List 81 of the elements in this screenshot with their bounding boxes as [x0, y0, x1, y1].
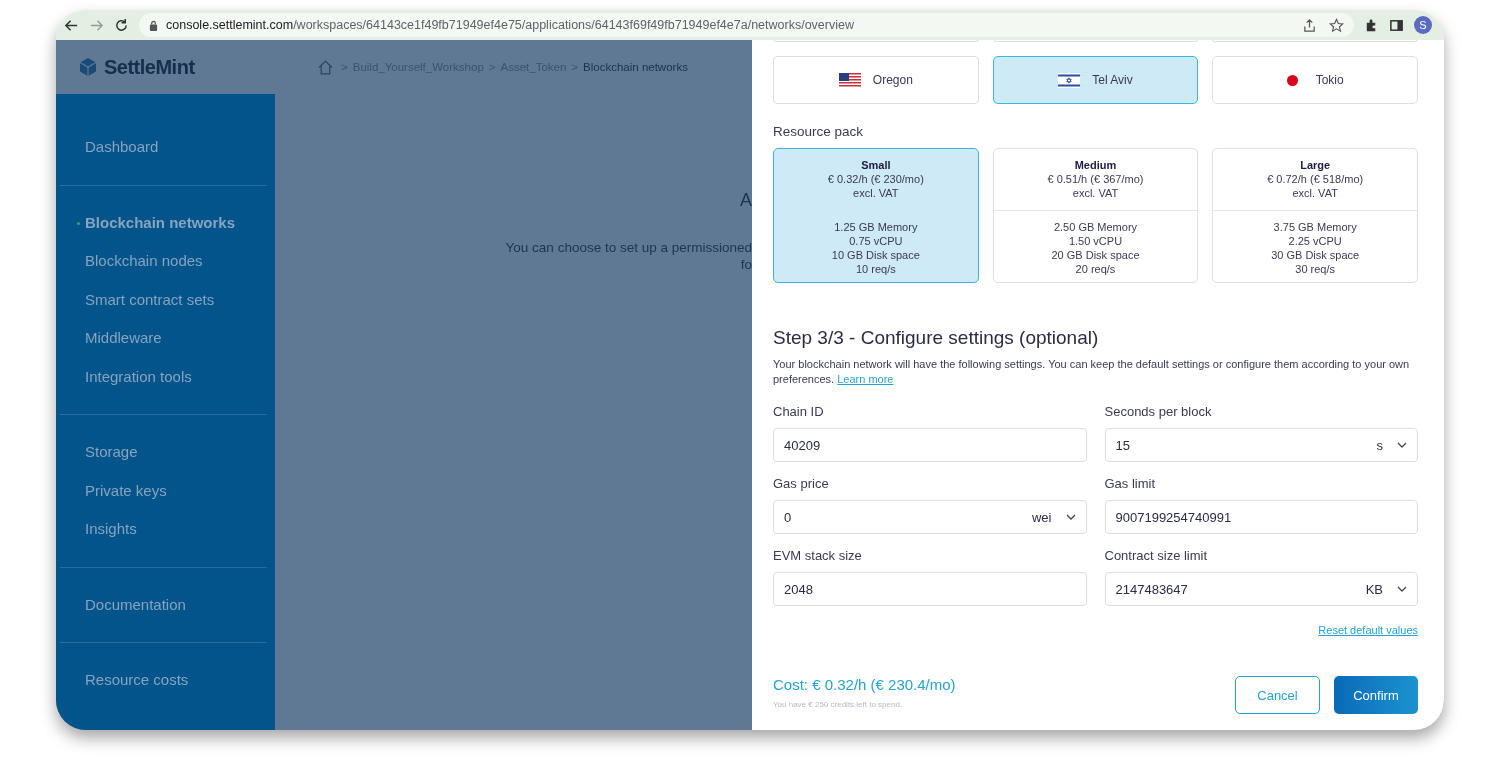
field-label: Chain ID — [773, 404, 825, 419]
resource-pack-card[interactable]: Medium € 0.51/h (€ 367/mo) excl. VAT 2.50 GB Memory 1.50 vCPU 20 GB Disk space 20 req/s — [992, 148, 1199, 283]
field-label: Gas limit — [1104, 476, 1157, 491]
field-label: EVM stack size — [773, 548, 863, 563]
resource-pack-card[interactable]: Large € 0.72/h (€ 518/mo) excl. VAT 3.75 GB Memory 2.25 vCPU 30 GB Disk space 30 req/s — [1212, 148, 1418, 283]
unit-input-field[interactable]: 2147483647 KB — [1104, 572, 1418, 606]
intro-text: fo — [739, 256, 752, 273]
resource-pack-card[interactable]: Small € 0.32/h (€ 230/mo) excl. VAT 1.25 GB Memory 0.75 vCPU 10 GB Disk space 10 req/s — [773, 148, 979, 283]
step-title: Step 3/3 - Configure settings (optional) — [773, 327, 1100, 349]
input-field[interactable]: 40209 — [773, 428, 1087, 462]
disc-icon — [1286, 74, 1298, 86]
pack-spec: 1.50 vCPU — [1067, 234, 1124, 248]
confirm-button[interactable]: Confirm — [1334, 676, 1418, 714]
pack-spec: 30 GB Disk space — [1270, 248, 1361, 262]
sidebar-item[interactable]: Resource costs — [60, 661, 267, 700]
sidebar-item[interactable]: Dashboard — [60, 128, 267, 167]
sidebar-item[interactable]: Smart contract sets — [60, 280, 267, 319]
location-option[interactable]: Oregon — [773, 56, 979, 104]
sidebar-item[interactable]: Blockchain nodes — [60, 242, 267, 281]
flag-icon — [1058, 72, 1081, 88]
breadcrumb-link[interactable]: Blockchain networks — [583, 61, 688, 73]
pack-spec: 10 GB Disk space — [830, 248, 921, 262]
location-option[interactable]: Tel Aviv — [992, 56, 1199, 104]
location-option[interactable]: Tokio — [1212, 56, 1418, 104]
pack-spec: 0.75 vCPU — [848, 234, 904, 248]
input-field[interactable]: 2048 — [773, 572, 1087, 606]
breadcrumb-separator: > — [488, 61, 496, 73]
learn-more-link[interactable]: Learn more — [837, 372, 894, 385]
address-bar[interactable]: console.settlemint.com/workspaces/64143ce1f49fb71949ef4e75/applications/64143f69f49fb71949ef4e7a/networks/overview — [139, 13, 1354, 37]
input-field[interactable]: 9007199254740991 — [1104, 500, 1418, 534]
unit-input-field[interactable]: 0 wei — [773, 500, 1087, 534]
unit-input-field[interactable]: 15 s — [1104, 428, 1418, 462]
sidebar-item[interactable]: Storage — [60, 433, 267, 472]
sidebar-item[interactable]: Blockchain networks — [60, 203, 267, 242]
pack-spec: 2.50 GB Memory — [1052, 220, 1139, 234]
chevron-down-icon — [1065, 514, 1076, 520]
pack-spec: 2.25 vCPU — [1287, 234, 1343, 248]
credits-note: You have € 250 credits left to spend. — [773, 700, 904, 709]
field-label: Seconds per block — [1104, 404, 1213, 419]
page-heading: A — [739, 190, 752, 211]
pack-name: Large — [1299, 158, 1332, 172]
reload-icon[interactable] — [114, 17, 129, 33]
vat-note: excl. VAT — [1071, 186, 1120, 200]
pack-name: Medium — [1073, 158, 1118, 172]
profile-avatar[interactable]: S — [1414, 16, 1432, 34]
intro-text: You can choose to set up a permissioned — [505, 239, 752, 256]
pack-spec: 20 req/s — [1074, 262, 1117, 276]
pack-price: € 0.72/h (€ 518/mo) — [1266, 172, 1365, 186]
section-label: Resource pack — [773, 124, 865, 139]
reset-defaults-link[interactable]: Reset default values — [1318, 624, 1418, 636]
pack-spec: 1.25 GB Memory — [833, 220, 919, 234]
chevron-down-icon — [1397, 586, 1407, 592]
sidebar-icon[interactable] — [1389, 17, 1404, 33]
pack-price: € 0.32/h (€ 230/mo) — [826, 172, 925, 186]
sidebar-item[interactable]: Middleware — [60, 319, 267, 358]
sidebar-item[interactable]: Integration tools — [60, 357, 267, 396]
pack-spec: 30 req/s — [1294, 262, 1337, 276]
breadcrumb-separator: > — [341, 61, 348, 73]
cost-summary: Cost: € 0.32/h (€ 230.4/mo) — [773, 676, 956, 693]
pack-name: Small — [860, 158, 892, 172]
vat-note: excl. VAT — [1291, 186, 1339, 200]
field-label: Contract size limit — [1104, 548, 1209, 563]
breadcrumb-separator: > — [571, 61, 579, 73]
share-icon[interactable] — [1302, 17, 1317, 33]
sidebar-item[interactable]: Insights — [60, 510, 267, 549]
lock-icon — [149, 19, 158, 31]
vat-note: excl. VAT — [852, 186, 900, 200]
sidebar-item[interactable]: Private keys — [60, 471, 267, 510]
logo-text[interactable]: SettleMint — [104, 55, 195, 79]
pack-spec: 10 req/s — [854, 262, 897, 276]
step-description: Your blockchain network will have the following settings. You can keep the default settings or configure them according to your own preferences. Learn more — [773, 357, 1411, 386]
cancel-button[interactable]: Cancel — [1235, 676, 1320, 714]
pack-spec: 20 GB Disk space — [1050, 248, 1141, 262]
flag-icon — [838, 72, 861, 88]
pack-price: € 0.51/h (€ 367/mo) — [1046, 172, 1145, 186]
field-label: Gas price — [773, 476, 830, 491]
sidebar-item[interactable]: Documentation — [60, 585, 267, 624]
chevron-down-icon — [1397, 442, 1407, 448]
cube-icon — [78, 57, 98, 77]
star-icon[interactable] — [1329, 17, 1344, 33]
pack-spec: 3.75 GB Memory — [1272, 220, 1358, 234]
